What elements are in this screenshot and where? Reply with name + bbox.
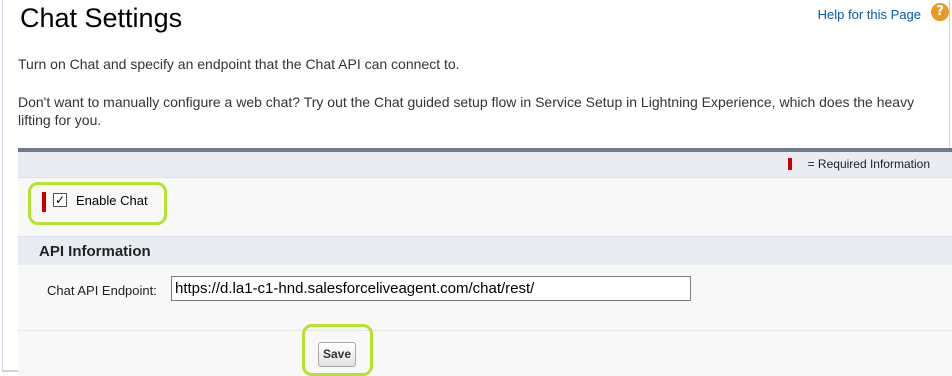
required-info-text: = Required Information [807, 157, 930, 171]
divider [18, 330, 952, 331]
save-button[interactable]: Save [318, 342, 356, 367]
required-marker-icon [788, 158, 792, 170]
endpoint-label: Chat API Endpoint: [47, 283, 157, 298]
enable-chat-checkbox[interactable]: ✓ [53, 193, 67, 207]
endpoint-input[interactable]: https://d.la1-c1-hnd.salesforceliveagent… [171, 276, 691, 301]
required-info-bar: = Required Information [18, 152, 952, 178]
settings-panel: = Required Information ✓ Enable Chat API… [18, 148, 952, 376]
enable-chat-label: Enable Chat [76, 193, 148, 208]
required-marker-icon [42, 192, 46, 212]
description-text: Turn on Chat and specify an endpoint tha… [18, 56, 460, 72]
guided-setup-text: Don't want to manually configure a web c… [18, 94, 915, 128]
help-link[interactable]: Help for this Page [818, 7, 921, 22]
api-section-header: API Information [18, 236, 952, 265]
api-section-title: API Information [39, 243, 151, 260]
page-title: Chat Settings [20, 3, 183, 33]
help-icon[interactable]: ? [931, 3, 949, 21]
